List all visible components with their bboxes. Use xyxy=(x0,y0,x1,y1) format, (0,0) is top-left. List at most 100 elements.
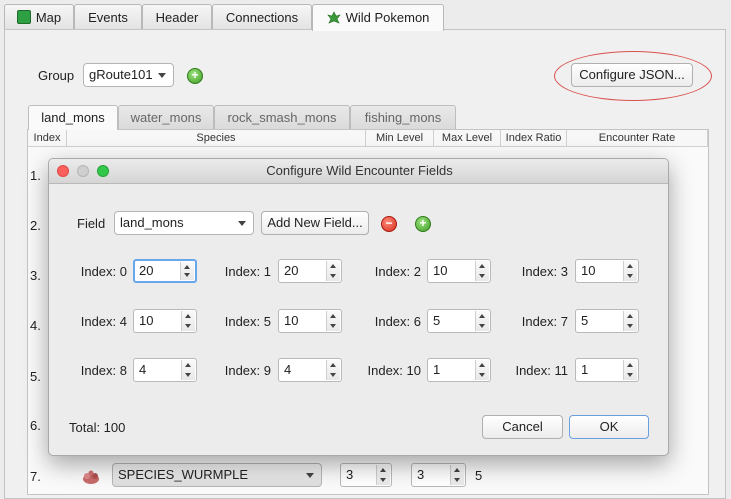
tab-water-mons[interactable]: water_mons xyxy=(118,105,214,129)
arrow-up-icon xyxy=(454,468,460,472)
arrow-down-icon xyxy=(330,274,336,278)
index-spinbox[interactable]: 10 xyxy=(427,259,491,283)
arrow-down-icon xyxy=(185,324,191,328)
index-label: Index: 11 xyxy=(515,363,568,378)
spin-buttons[interactable] xyxy=(181,311,195,331)
chevron-down-icon xyxy=(306,473,314,478)
arrow-up-icon xyxy=(185,314,191,318)
index-label: Index: 4 xyxy=(80,314,127,329)
index-spinbox[interactable]: 5 xyxy=(427,309,491,333)
arrow-down-icon xyxy=(479,324,485,328)
dialog-title: Configure Wild Encounter Fields xyxy=(266,163,453,178)
index-spinbox[interactable]: 20 xyxy=(278,259,342,283)
arrow-up-icon xyxy=(330,363,336,367)
add-field-icon[interactable]: + xyxy=(415,216,431,232)
arrow-down-icon xyxy=(185,373,191,377)
column-header-min-level[interactable]: Min Level xyxy=(366,130,434,147)
group-combobox[interactable]: gRoute101 xyxy=(83,63,174,87)
tab-land-mons[interactable]: land_mons xyxy=(28,105,118,130)
row-number: 7. xyxy=(30,469,41,484)
index-spinbox[interactable]: 4 xyxy=(278,358,342,382)
remove-field-icon[interactable]: − xyxy=(381,216,397,232)
index-label: Index: 0 xyxy=(80,264,127,279)
zoom-window-button[interactable] xyxy=(97,165,109,177)
tab-map[interactable]: Map xyxy=(4,4,74,30)
column-header-encounter-rate[interactable]: Encounter Rate xyxy=(567,130,708,147)
index-spinbox[interactable]: 10 xyxy=(278,309,342,333)
index-spinbox[interactable]: 1 xyxy=(427,358,491,382)
leaf-icon xyxy=(326,11,341,24)
minimize-window-button[interactable] xyxy=(77,165,89,177)
ok-button[interactable]: OK xyxy=(569,415,649,439)
tab-connections[interactable]: Connections xyxy=(212,4,312,30)
min-level-spinbox[interactable]: 3 xyxy=(340,463,392,487)
spin-buttons[interactable] xyxy=(326,311,340,331)
index-label: Index: 10 xyxy=(367,363,422,378)
arrow-up-icon xyxy=(380,468,386,472)
index-label: Index: 7 xyxy=(521,314,568,329)
spin-buttons[interactable] xyxy=(475,360,489,380)
index-label: Index: 9 xyxy=(224,363,271,378)
column-header-index-ratio[interactable]: Index Ratio xyxy=(501,130,567,147)
column-header-index[interactable]: Index xyxy=(28,130,67,147)
spin-buttons[interactable] xyxy=(623,360,637,380)
chevron-down-icon xyxy=(158,73,166,78)
map-icon xyxy=(16,10,31,24)
index-spinbox[interactable]: 4 xyxy=(133,358,197,382)
tab-wild-pokemon[interactable]: Wild Pokemon xyxy=(312,4,444,31)
arrow-up-icon xyxy=(627,264,633,268)
arrow-down-icon xyxy=(479,274,485,278)
cancel-button[interactable]: Cancel xyxy=(482,415,563,439)
dialog-titlebar: Configure Wild Encounter Fields xyxy=(49,159,668,184)
index-label: Index: 6 xyxy=(374,314,421,329)
arrow-down-icon xyxy=(380,478,386,482)
spin-buttons[interactable] xyxy=(376,465,390,485)
arrow-up-icon xyxy=(479,363,485,367)
row-number: 3. xyxy=(30,268,41,283)
spin-buttons[interactable] xyxy=(623,261,637,281)
tab-events[interactable]: Events xyxy=(74,4,142,30)
spin-buttons[interactable] xyxy=(623,311,637,331)
configure-fields-dialog: Configure Wild Encounter Fields Field la… xyxy=(48,158,669,456)
arrow-down-icon xyxy=(184,273,190,277)
spin-buttons[interactable] xyxy=(475,311,489,331)
row-number: 4. xyxy=(30,318,41,333)
arrow-up-icon xyxy=(330,314,336,318)
field-label: Field xyxy=(77,216,106,231)
index-spinbox[interactable]: 10 xyxy=(575,259,639,283)
arrow-up-icon xyxy=(627,363,633,367)
spin-buttons[interactable] xyxy=(450,465,464,485)
field-combobox[interactable]: land_mons xyxy=(114,211,254,235)
tab-rock-smash-mons[interactable]: rock_smash_mons xyxy=(214,105,350,129)
index-label: Index: 3 xyxy=(521,264,568,279)
add-new-field-button[interactable]: Add New Field... xyxy=(261,211,369,235)
tab-fishing-mons[interactable]: fishing_mons xyxy=(350,105,456,129)
group-label: Group xyxy=(38,68,75,83)
arrow-up-icon xyxy=(185,363,191,367)
species-combobox[interactable]: SPECIES_WURMPLE xyxy=(112,463,322,487)
spin-buttons[interactable] xyxy=(181,360,195,380)
column-header-max-level[interactable]: Max Level xyxy=(434,130,501,147)
column-header-species[interactable]: Species xyxy=(67,130,366,147)
close-window-button[interactable] xyxy=(57,165,69,177)
row-number: 2. xyxy=(30,218,41,233)
index-ratio-value: 5 xyxy=(475,468,483,483)
spin-buttons[interactable] xyxy=(326,360,340,380)
total-label: Total: 100 xyxy=(69,420,126,435)
index-spinbox[interactable]: 10 xyxy=(133,309,197,333)
index-spinbox[interactable]: 20 xyxy=(133,259,197,283)
index-spinbox[interactable]: 5 xyxy=(575,309,639,333)
tab-header[interactable]: Header xyxy=(142,4,212,30)
max-level-spinbox[interactable]: 3 xyxy=(411,463,466,487)
add-group-icon[interactable]: + xyxy=(187,68,203,84)
arrow-down-icon xyxy=(627,373,633,377)
row-number: 5. xyxy=(30,369,41,384)
arrow-down-icon xyxy=(479,373,485,377)
spin-buttons[interactable] xyxy=(180,262,194,280)
index-spinbox[interactable]: 1 xyxy=(575,358,639,382)
spin-buttons[interactable] xyxy=(475,261,489,281)
arrow-up-icon xyxy=(184,265,190,269)
spin-buttons[interactable] xyxy=(326,261,340,281)
pokemon-sprite-icon xyxy=(83,470,99,484)
arrow-down-icon xyxy=(627,324,633,328)
